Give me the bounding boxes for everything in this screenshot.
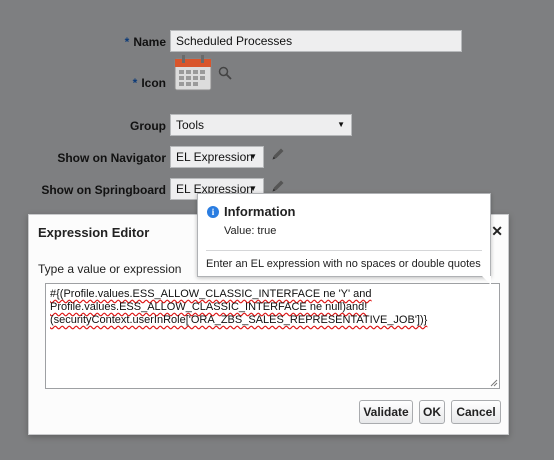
ok-button[interactable]: OK	[419, 400, 445, 424]
group-label: Group	[130, 119, 166, 133]
icon-row: * Icon	[0, 71, 554, 97]
info-icon: i	[207, 206, 219, 218]
group-row: Group Tools ▼	[0, 114, 554, 140]
calendar-icon[interactable]	[173, 54, 213, 92]
chevron-down-icon: ▼	[249, 152, 257, 161]
expression-line: (securityContext.userInRole['ORA_ZBS_SAL…	[50, 314, 428, 326]
dialog-title: Expression Editor	[38, 225, 150, 240]
expression-label: Type a value or expression	[38, 262, 182, 276]
cancel-button[interactable]: Cancel	[451, 400, 501, 424]
expression-line: Profile.values.ESS_ALLOW_CLASSIC_INTERFA…	[50, 301, 368, 313]
info-title: Information	[224, 204, 296, 219]
group-select-value: Tools	[176, 118, 205, 132]
validate-button[interactable]: Validate	[359, 400, 413, 424]
navigator-select[interactable]: EL Expression ▼	[170, 146, 264, 168]
group-select[interactable]: Tools ▼	[170, 114, 352, 136]
required-marker: *	[132, 76, 138, 90]
name-row: * Name Scheduled Processes	[0, 30, 554, 56]
info-value: Value: true	[224, 225, 277, 237]
information-popup: i Information Value: true Enter an EL ex…	[197, 193, 491, 285]
navigator-row: Show on Navigator EL Expression ▼	[0, 146, 554, 172]
resize-handle-icon[interactable]	[490, 379, 498, 387]
name-input[interactable]: Scheduled Processes	[170, 30, 462, 52]
required-marker: *	[124, 35, 130, 49]
expression-textarea[interactable]: #{(Profile.values.ESS_ALLOW_CLASSIC_INTE…	[45, 283, 500, 389]
info-hint: Enter an EL expression with no spaces or…	[206, 258, 481, 270]
chevron-down-icon: ▼	[337, 120, 345, 129]
search-icon[interactable]	[218, 66, 232, 80]
name-label: Name	[133, 35, 166, 49]
close-icon[interactable]: ✕	[491, 223, 503, 240]
edit-icon[interactable]	[270, 146, 286, 162]
divider	[206, 250, 482, 251]
chevron-down-icon: ▼	[249, 184, 257, 193]
show-on-navigator-label: Show on Navigator	[57, 151, 166, 165]
expression-line: #{(Profile.values.ESS_ALLOW_CLASSIC_INTE…	[50, 288, 372, 300]
show-on-springboard-label: Show on Springboard	[41, 183, 166, 197]
navigator-select-value: EL Expression	[176, 150, 253, 164]
icon-label: Icon	[141, 76, 166, 90]
edit-icon[interactable]	[270, 178, 286, 194]
